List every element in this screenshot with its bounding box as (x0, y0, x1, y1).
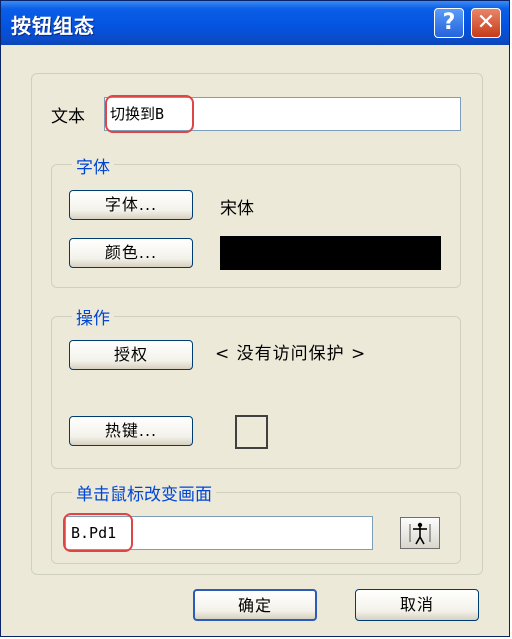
color-swatch[interactable] (220, 236, 441, 270)
ok-button[interactable]: 确定 (193, 589, 317, 621)
text-input-highlight (105, 95, 194, 133)
picture-select-button[interactable] (400, 517, 440, 549)
operation-group-title: 操作 (72, 304, 114, 329)
picture-select-icon (409, 522, 431, 545)
hotkey-button[interactable]: 热键... (69, 416, 193, 446)
screen-change-group-title: 单击鼠标改变画面 (72, 480, 216, 505)
help-button[interactable]: ? (434, 8, 464, 38)
font-name-value: 宋体 (220, 199, 254, 219)
authorize-status: < 没有访问保护 > (215, 344, 367, 364)
screen-input-highlight (63, 513, 133, 552)
title-bar[interactable]: 按钮组态 ? ✕ (1, 1, 509, 45)
font-group-title: 字体 (72, 153, 114, 178)
authorize-button[interactable]: 授权 (69, 340, 193, 370)
cancel-button[interactable]: 取消 (355, 589, 479, 621)
close-button[interactable]: ✕ (471, 8, 501, 38)
font-button[interactable]: 字体... (69, 190, 193, 220)
hotkey-display[interactable] (235, 415, 268, 449)
dialog-window: 按钮组态 ? ✕ 文本 切换到B 字体 字体... 宋体 颜色... 操作 授权… (0, 0, 510, 637)
color-button[interactable]: 颜色... (69, 238, 193, 268)
window-title: 按钮组态 (11, 14, 95, 38)
text-label: 文本 (51, 107, 85, 127)
